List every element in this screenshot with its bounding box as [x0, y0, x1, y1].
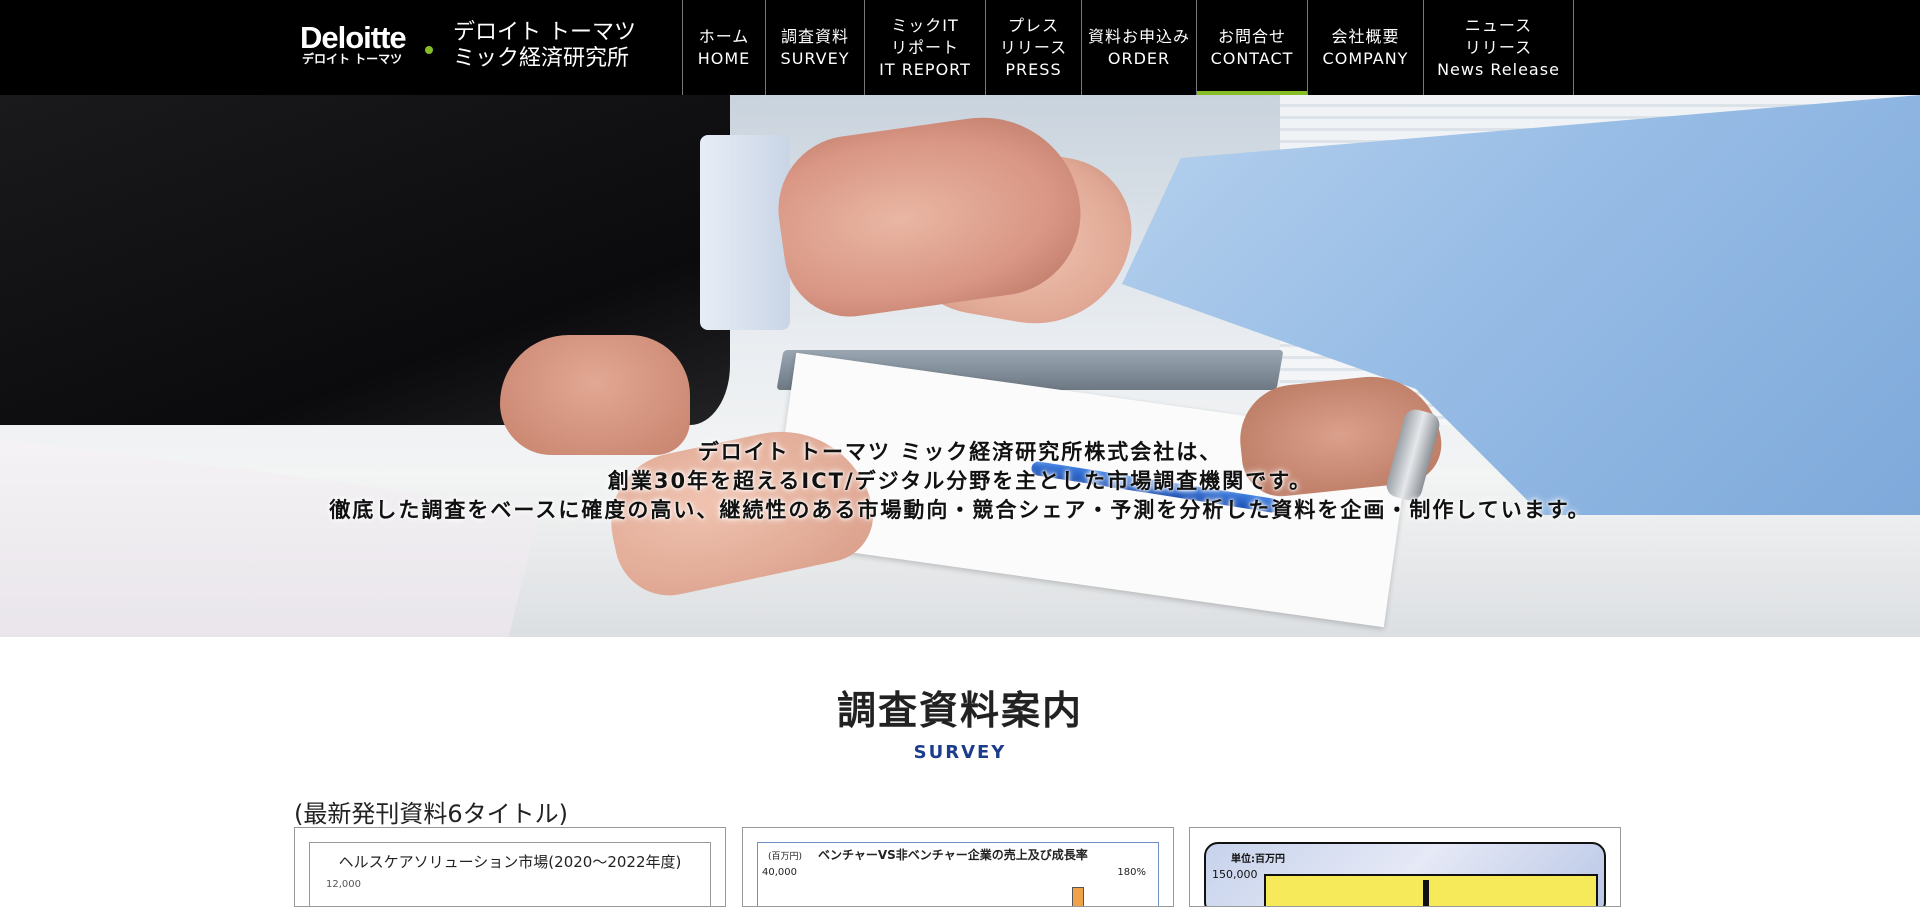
card-chart-bar: [1072, 887, 1084, 906]
nav-label-en: ORDER: [1107, 48, 1171, 68]
company-name-line: ミック経済研究所: [453, 46, 630, 71]
nav-label-ja: リリース: [1464, 37, 1533, 57]
nav-item-survey[interactable]: 調査資料 SURVEY: [766, 0, 865, 95]
logo-green-dot: [425, 46, 433, 54]
nav-label-ja: 会社概要: [1331, 26, 1400, 46]
survey-card[interactable]: 単位:百万円 150,000: [1189, 827, 1621, 907]
hero-tagline-line: 徹底した調査をベースに確度の高い、継続性のある市場動向・競合シェア・予測を分析し…: [329, 498, 1591, 522]
hero-tagline: デロイト トーマツ ミック経済研究所株式会社は、 創業30年を超えるICT/デジ…: [0, 438, 1920, 525]
nav-item-home[interactable]: ホーム HOME: [683, 0, 766, 95]
latest-titles-label: (最新発刊資料6タイトル): [294, 800, 568, 828]
company-name[interactable]: デロイト トーマツ ミック経済研究所: [453, 20, 643, 72]
site-header: Deloitte デロイト トーマツ デロイト トーマツ ミック経済研究所 ホー…: [0, 0, 1920, 95]
card-axis-tick: 150,000: [1212, 868, 1258, 881]
nav-item-press[interactable]: プレス リリース PRESS: [986, 0, 1082, 95]
hero-banner: [0, 95, 1920, 637]
main-nav: ホーム HOME 調査資料 SURVEY ミックIT リポート IT REPOR…: [682, 0, 1574, 95]
nav-label-ja: ミックIT: [891, 15, 959, 35]
nav-label-en: IT REPORT: [879, 59, 971, 79]
company-name-line: デロイト トーマツ: [453, 20, 636, 45]
card-thumbnail: 単位:百万円 150,000: [1204, 842, 1606, 906]
nav-label-ja: ホーム: [698, 26, 750, 46]
nav-label-en: COMPANY: [1322, 48, 1409, 68]
nav-item-news-release[interactable]: ニュース リリース News Release: [1424, 0, 1574, 95]
nav-label-ja: お問合せ: [1217, 26, 1286, 46]
nav-label-ja: ニュース: [1464, 15, 1533, 35]
nav-item-order[interactable]: 資料お申込み ORDER: [1082, 0, 1197, 95]
survey-card[interactable]: (百万円) ベンチャーVS非ベンチャー企業の売上及び成長率 40,000 180…: [742, 827, 1174, 907]
nav-label-ja: 調査資料: [780, 26, 849, 46]
card-thumbnail: ヘルスケアソリューション市場(2020〜2022年度) 12,000: [309, 842, 711, 906]
card-unit-label: 単位:百万円: [1231, 854, 1285, 865]
nav-item-contact[interactable]: お問合せ CONTACT: [1197, 0, 1308, 95]
card-chart-title: ヘルスケアソリューション市場(2020〜2022年度): [338, 853, 682, 871]
card-unit-label: (百万円): [768, 852, 803, 862]
nav-label-en: CONTACT: [1210, 48, 1294, 68]
card-axis-tick: 12,000: [326, 879, 361, 890]
card-axis-tick: 40,000: [762, 867, 797, 878]
nav-label-ja: プレス: [1007, 15, 1059, 35]
nav-label-ja: 資料お申込み: [1087, 26, 1190, 46]
deloitte-logo[interactable]: Deloitte デロイト トーマツ: [300, 20, 440, 70]
hero-tagline-line: 創業30年を超えるICT/デジタル分野を主とした市場調査機関です。: [607, 469, 1313, 493]
nav-label-ja: リポート: [890, 37, 959, 57]
survey-card[interactable]: ヘルスケアソリューション市場(2020〜2022年度) 12,000: [294, 827, 726, 907]
section-title: 調査資料案内: [836, 689, 1083, 734]
nav-label-ja: リリース: [999, 37, 1068, 57]
hero-shirt-cuff: [700, 135, 790, 330]
section-subtitle: SURVEY: [913, 742, 1007, 763]
logo-subtext: デロイト トーマツ: [302, 52, 403, 66]
card-chart-bar: [1423, 880, 1429, 906]
card-chart-title: ベンチャーVS非ベンチャー企業の売上及び成長率: [818, 848, 1088, 862]
hero-tagline-line: デロイト トーマツ ミック経済研究所株式会社は、: [697, 440, 1223, 464]
nav-item-it-report[interactable]: ミックIT リポート IT REPORT: [865, 0, 986, 95]
card-axis-percent: 180%: [1117, 867, 1146, 878]
nav-label-en: HOME: [697, 48, 751, 68]
nav-label-en: SURVEY: [780, 48, 850, 68]
nav-item-company[interactable]: 会社概要 COMPANY: [1308, 0, 1424, 95]
card-thumbnail: (百万円) ベンチャーVS非ベンチャー企業の売上及び成長率 40,000 180…: [757, 842, 1159, 906]
hero-hand-middle: [500, 335, 690, 455]
card-chart-area: [1264, 874, 1598, 906]
nav-label-en: PRESS: [1005, 59, 1062, 79]
nav-label-en: News Release: [1437, 59, 1560, 79]
